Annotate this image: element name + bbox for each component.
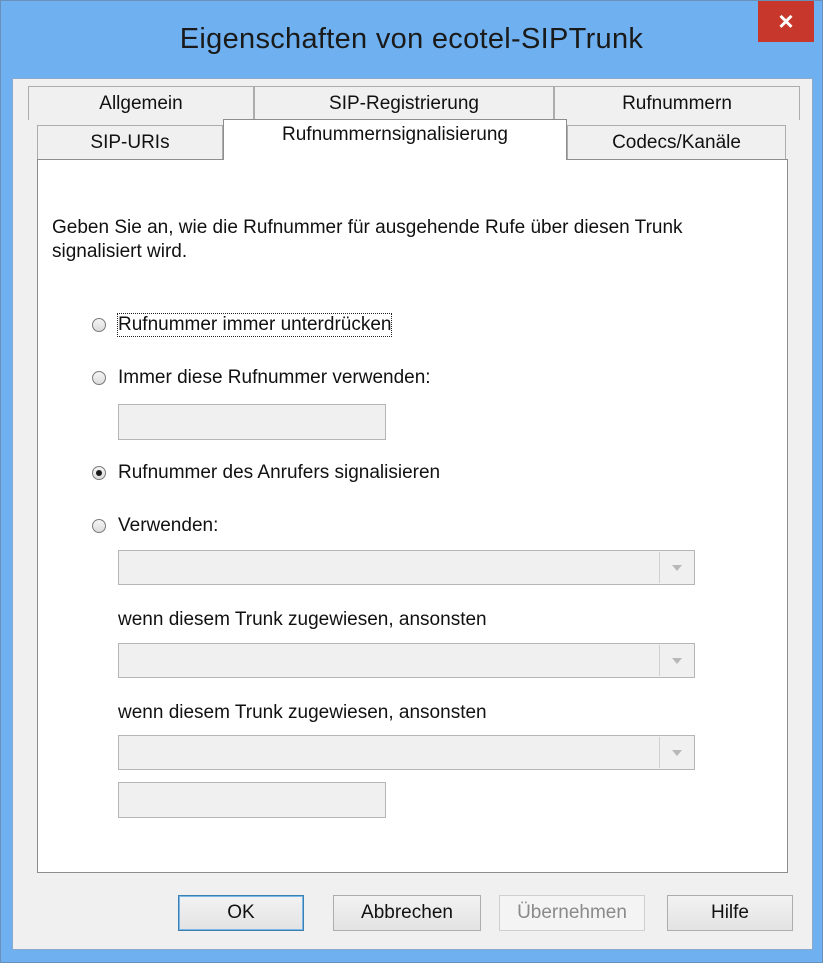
number-source-combo-1[interactable] [118, 550, 695, 585]
option-label: Verwenden: [118, 515, 219, 536]
tab-rufnummernsignalisierung[interactable]: Rufnummernsignalisierung [223, 119, 567, 160]
option-caller-number[interactable]: Rufnummer des Anrufers signalisieren [92, 460, 440, 486]
option-label: Immer diese Rufnummer verwenden: [118, 367, 431, 388]
fixed-number-input[interactable] [118, 404, 386, 440]
option-label: Rufnummer immer unterdrücken [116, 313, 393, 337]
window-title: Eigenschaften von ecotel-SIPTrunk [179, 23, 644, 55]
option-suppress-number[interactable]: Rufnummer immer unterdrücken [92, 312, 393, 338]
radio-button[interactable] [92, 318, 106, 332]
help-button[interactable]: Hilfe [667, 895, 793, 931]
number-source-combo-3[interactable] [118, 735, 695, 770]
close-button[interactable]: × [758, 1, 814, 42]
close-icon: × [778, 6, 794, 36]
dialog-client-area: Allgemein SIP-Registrierung Rufnummern S… [12, 78, 813, 950]
option-fixed-number[interactable]: Immer diese Rufnummer verwenden: [92, 365, 431, 391]
apply-button[interactable]: Übernehmen [499, 895, 645, 931]
radio-button[interactable] [92, 371, 106, 385]
properties-dialog: Eigenschaften von ecotel-SIPTrunk × Allg… [0, 0, 823, 963]
chevron-down-icon[interactable] [659, 552, 693, 583]
chevron-down-icon[interactable] [659, 737, 693, 768]
radio-button[interactable] [92, 519, 106, 533]
tab-sip-uris[interactable]: SIP-URIs [37, 125, 223, 159]
final-number-input[interactable] [118, 782, 386, 818]
chevron-down-icon[interactable] [659, 645, 693, 676]
fallback-label: wenn diesem Trunk zugewiesen, ansonsten [118, 702, 487, 723]
number-source-combo-2[interactable] [118, 643, 695, 678]
option-use[interactable]: Verwenden: [92, 513, 218, 539]
cancel-button[interactable]: Abbrechen [333, 895, 481, 931]
fallback-label: wenn diesem Trunk zugewiesen, ansonsten [118, 609, 487, 630]
tab-codecs-kanaele[interactable]: Codecs/Kanäle [567, 125, 786, 159]
ok-button[interactable]: OK [178, 895, 304, 931]
radio-button-selected[interactable] [92, 466, 106, 480]
description-text: Geben Sie an, wie die Rufnummer für ausg… [52, 217, 683, 262]
tab-sip-registrierung[interactable]: SIP-Registrierung [254, 86, 554, 120]
tab-rufnummern[interactable]: Rufnummern [554, 86, 800, 120]
tab-allgemein[interactable]: Allgemein [28, 86, 254, 120]
tab-panel: Geben Sie an, wie die Rufnummer für ausg… [37, 159, 788, 873]
option-label: Rufnummer des Anrufers signalisieren [118, 462, 441, 483]
